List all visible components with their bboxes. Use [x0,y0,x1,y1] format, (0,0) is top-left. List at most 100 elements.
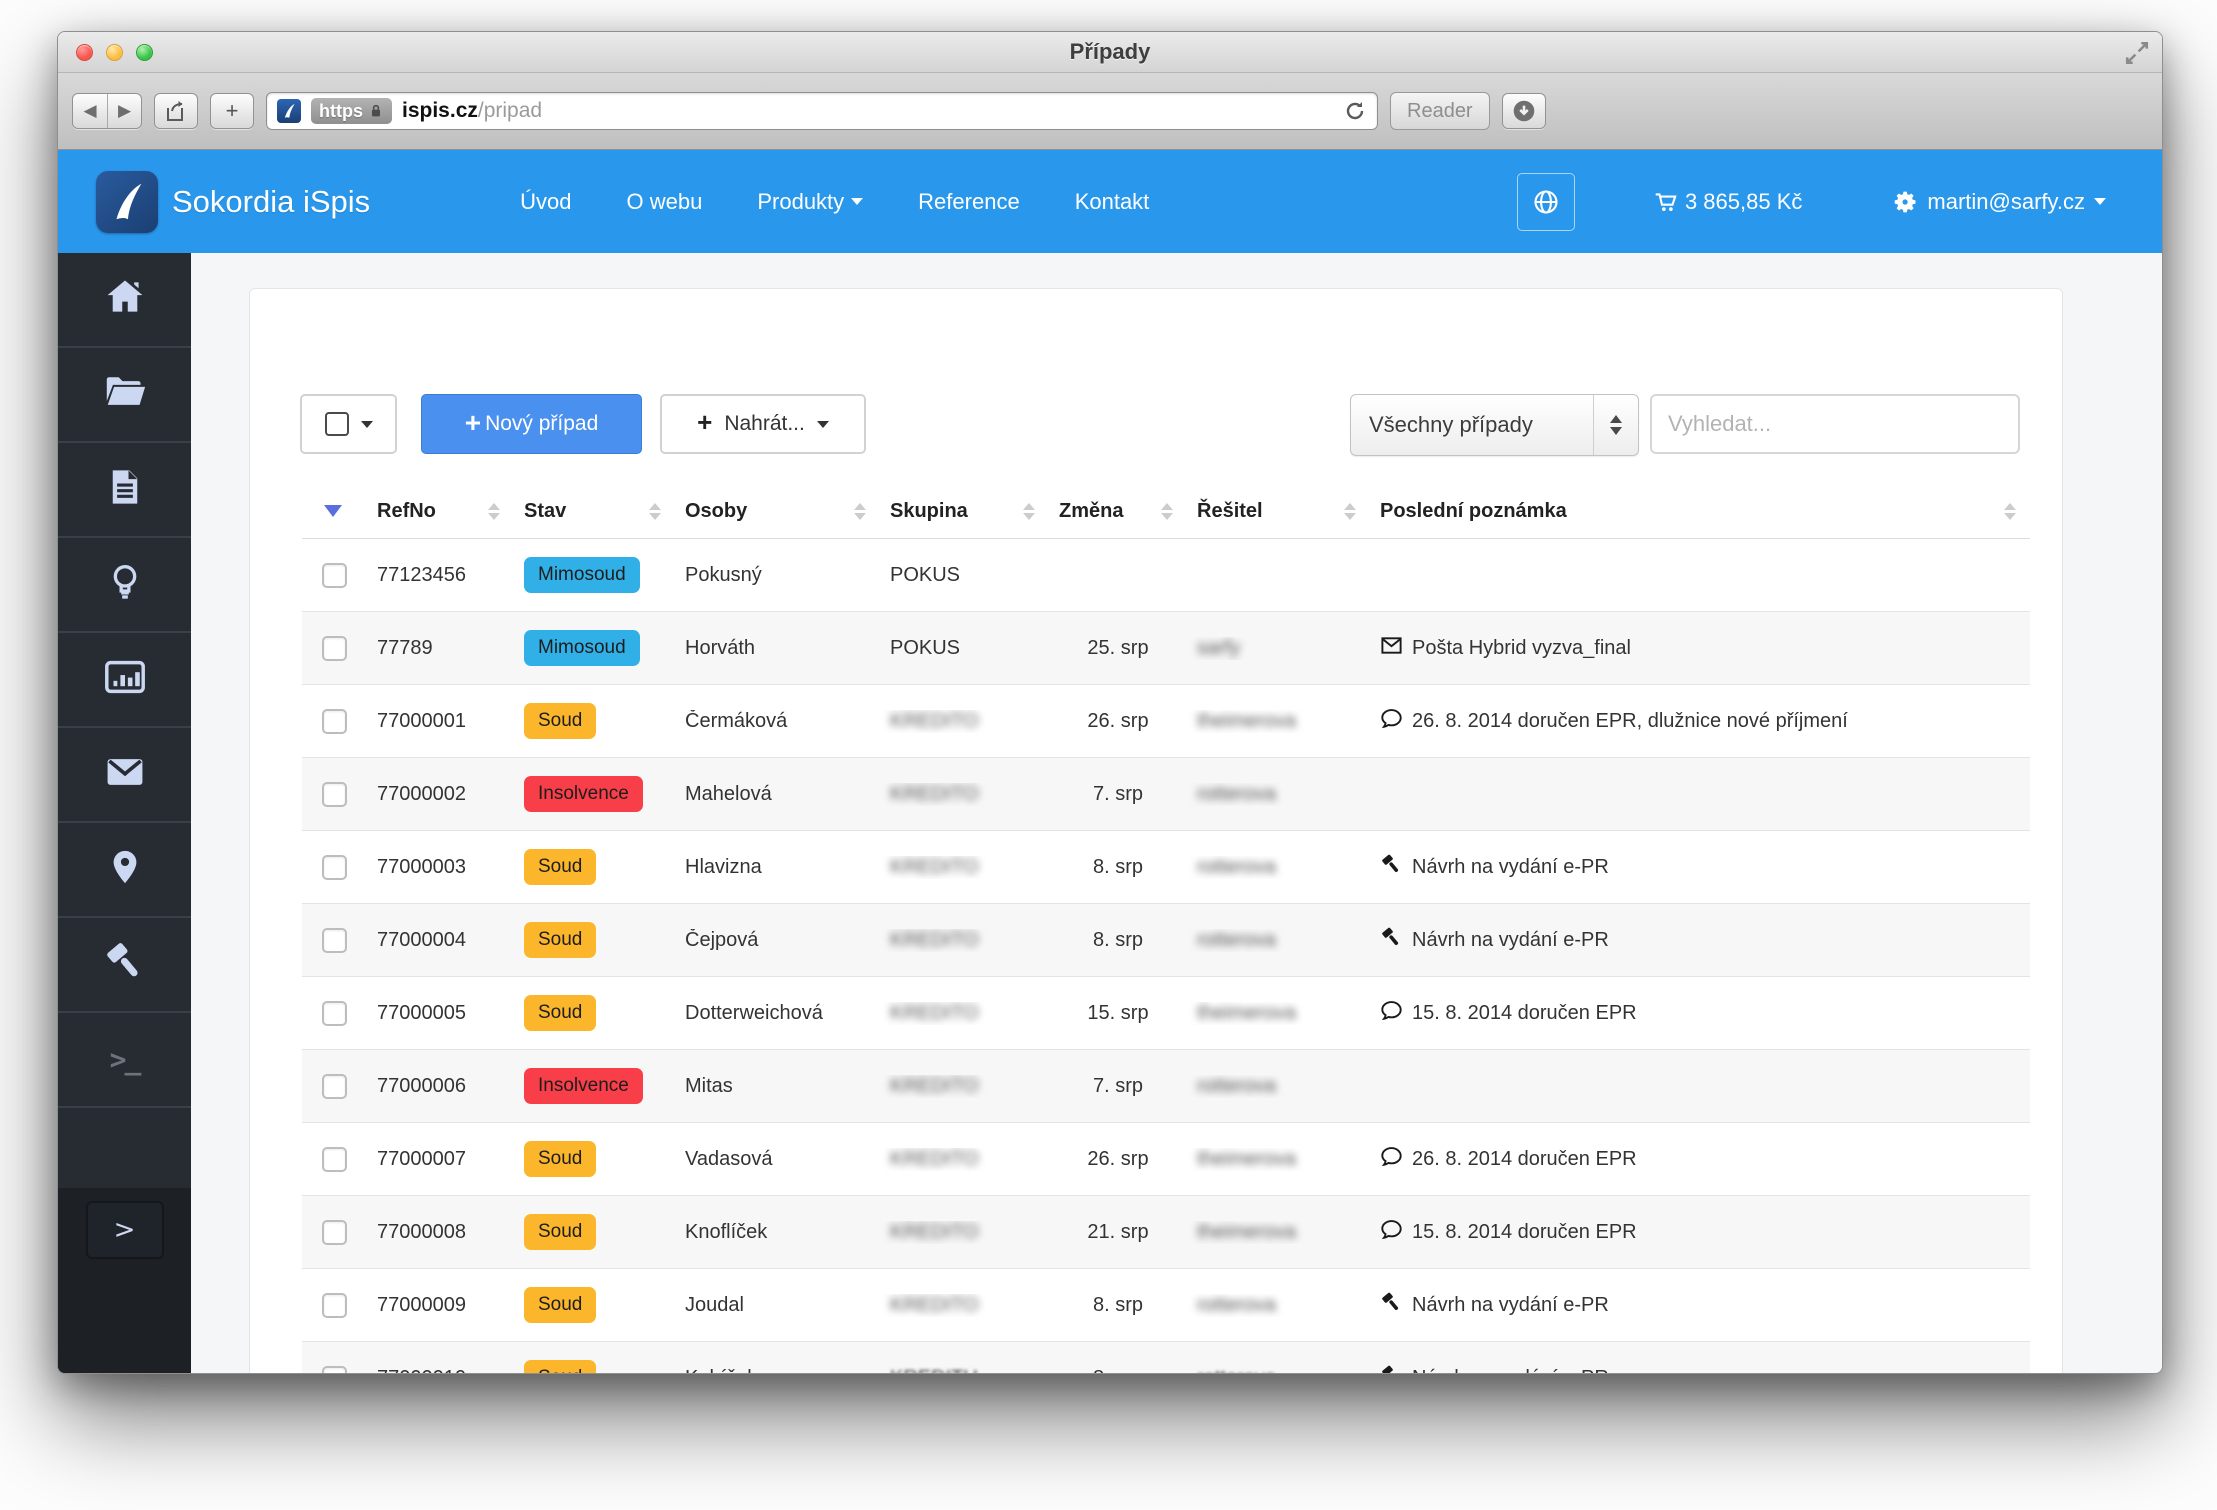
sidebar-footer: > [58,1188,191,1373]
table-row[interactable]: 77000007 Soud Vadasová KREDITO 26. srp theime… [302,1123,2030,1196]
refno-cell: 77000006 [377,1074,466,1097]
row-checkbox[interactable] [322,1219,347,1245]
terminal-icon: >_ [109,1043,142,1076]
header-stav[interactable]: Stav [514,484,675,538]
sidebar-item-bar-chart[interactable] [58,633,191,728]
solver-cell: theimerova [1197,1147,1296,1170]
new-case-button[interactable]: + Nový případ [421,394,642,454]
row-checkbox[interactable] [322,854,347,880]
fullscreen-icon[interactable] [2124,40,2150,66]
url-bar[interactable]: https ispis.cz/pripad [266,92,1378,130]
sidebar-item-map-marker[interactable] [58,823,191,918]
mail-icon [103,750,147,799]
language-button[interactable] [1516,172,1575,231]
sidebar-item-mail[interactable] [58,728,191,823]
case-filter-select[interactable]: Všechny případy [1350,394,1639,456]
row-checkbox[interactable] [322,635,347,661]
refno-cell: 77000009 [377,1293,466,1316]
nav-item-kontakt[interactable]: Kontakt [1075,189,1150,215]
comment-icon [1380,1218,1403,1247]
reader-button[interactable]: Reader [1390,92,1490,130]
header-posledni-poznamka[interactable]: Poslední poznámka [1370,484,2030,538]
table-row[interactable]: 77000005 Soud Dotterweichová KREDITO 15. srp… [302,977,2030,1050]
row-checkbox[interactable] [322,1365,347,1373]
row-checkbox[interactable] [322,927,347,953]
refno-cell: 77000003 [377,855,466,878]
changed-cell: 15. srp [1087,1001,1149,1024]
header-skupina[interactable]: Skupina [880,484,1049,538]
header-zmena[interactable]: Změna [1049,484,1187,538]
sidebar-item-lightbulb[interactable] [58,538,191,633]
table-row[interactable]: 77000004 Soud Čejpová KREDITO 8. srp rotterov… [302,904,2030,977]
row-checkbox[interactable] [322,1146,347,1172]
table-row[interactable]: 77000008 Soud Knoflíček KREDITO 21. srp theim… [302,1196,2030,1269]
refno-cell: 77000002 [377,782,466,805]
solver-cell: theimerova [1197,1220,1296,1243]
desktop: Případy ◀ ▶ + https ispis.cz/pripad Read… [0,0,2217,1510]
new-tab-button[interactable]: + [210,93,254,129]
select-arrows-icon [1593,395,1638,455]
nav-item-reference[interactable]: Reference [918,189,1020,215]
row-checkbox[interactable] [322,1000,347,1026]
group-cell: KREDITO [890,1001,979,1024]
browser-window: Případy ◀ ▶ + https ispis.cz/pripad Read… [57,31,2163,1374]
table-row[interactable]: 77000006 Insolvence Mitas KREDITO 7. srp rott… [302,1050,2030,1123]
table-row[interactable]: 77000009 Soud Joudal KREDITO 8. srp rotterova… [302,1269,2030,1342]
sidebar-item-home[interactable] [58,253,191,348]
row-checkbox[interactable] [322,1292,347,1318]
header-filter[interactable] [302,484,367,538]
back-button[interactable]: ◀ [73,94,107,128]
minimize-window-button[interactable] [106,43,123,61]
brand[interactable]: Sokordia iSpis [96,170,371,233]
table-row[interactable]: 77000002 Insolvence Mahelová KREDITO 7. srp r… [302,758,2030,831]
reload-icon[interactable] [1343,99,1367,123]
refno-cell: 77123456 [377,563,466,586]
zoom-window-button[interactable] [136,43,153,61]
select-all-dropdown[interactable] [300,394,397,454]
nav-item-uvod[interactable]: Úvod [520,189,571,215]
header-refno[interactable]: RefNo [367,484,514,538]
actions-left: + Nový případ + Nahrát... [300,394,866,454]
close-window-button[interactable] [76,43,93,61]
sidebar-item-terminal[interactable]: >_ [58,1013,191,1108]
table-row[interactable]: 77123456 Mimosoud Pokusný POKUS [302,539,2030,612]
refno-cell: 77789 [377,636,433,659]
row-checkbox[interactable] [322,1073,347,1099]
nav-item-o-webu[interactable]: O webu [627,189,703,215]
table-row[interactable]: 77000003 Soud Hlavizna KREDITO 8. srp rottero… [302,831,2030,904]
brand-name: Sokordia iSpis [172,183,371,219]
sidebar-item-gavel[interactable] [58,918,191,1013]
upload-dropdown-button[interactable]: + Nahrát... [660,394,866,454]
share-button[interactable] [154,93,198,129]
note-cell: 26. 8. 2014 doručen EPR, dlužnice nové p… [1370,707,2030,736]
row-checkbox[interactable] [322,781,347,807]
table-row[interactable]: 77789 Mimosoud Horváth POKUS 25. srp sarfy Poš… [302,612,2030,685]
search-input[interactable] [1650,394,2020,454]
nav-item-produkty[interactable]: Produkty [757,189,864,215]
refno-cell: 77000007 [377,1147,466,1170]
sidebar-item-document[interactable] [58,443,191,538]
sort-icon [854,502,866,520]
downloads-button[interactable] [1501,93,1546,129]
cart-button[interactable]: 3 865,85 Kč [1653,189,1802,215]
header-resitel[interactable]: Řešitel [1187,484,1370,538]
group-cell: POKUS [890,563,961,586]
forward-button[interactable]: ▶ [107,94,141,128]
sort-icon [1161,502,1173,520]
note-cell: Pošta Hybrid vyzva_final [1370,634,2030,663]
solver-cell: rotterova [1197,855,1276,878]
status-cell: Soud [514,1141,675,1177]
row-checkbox[interactable] [322,562,347,588]
changed-cell: 8. srp [1092,1293,1144,1316]
header-osoby[interactable]: Osoby [675,484,880,538]
account-menu[interactable]: martin@sarfy.cz [1894,189,2106,215]
cases-card: + Nový případ + Nahrát... Všechny případ… [249,288,2063,1373]
row-checkbox[interactable] [322,708,347,734]
table-row[interactable]: 77000001 Soud Čermáková KREDITO 26. srp theim… [302,685,2030,758]
status-cell: Mimosoud [514,630,675,666]
table-row[interactable]: 77000010 Soud KubíčekKREDITU8. srprotterov… [302,1342,2030,1373]
sidebar-item-folder-open[interactable] [58,348,191,443]
forward-icon: ▶ [117,101,132,121]
download-icon [1513,100,1534,122]
sidebar-expand-button[interactable]: > [85,1201,164,1259]
